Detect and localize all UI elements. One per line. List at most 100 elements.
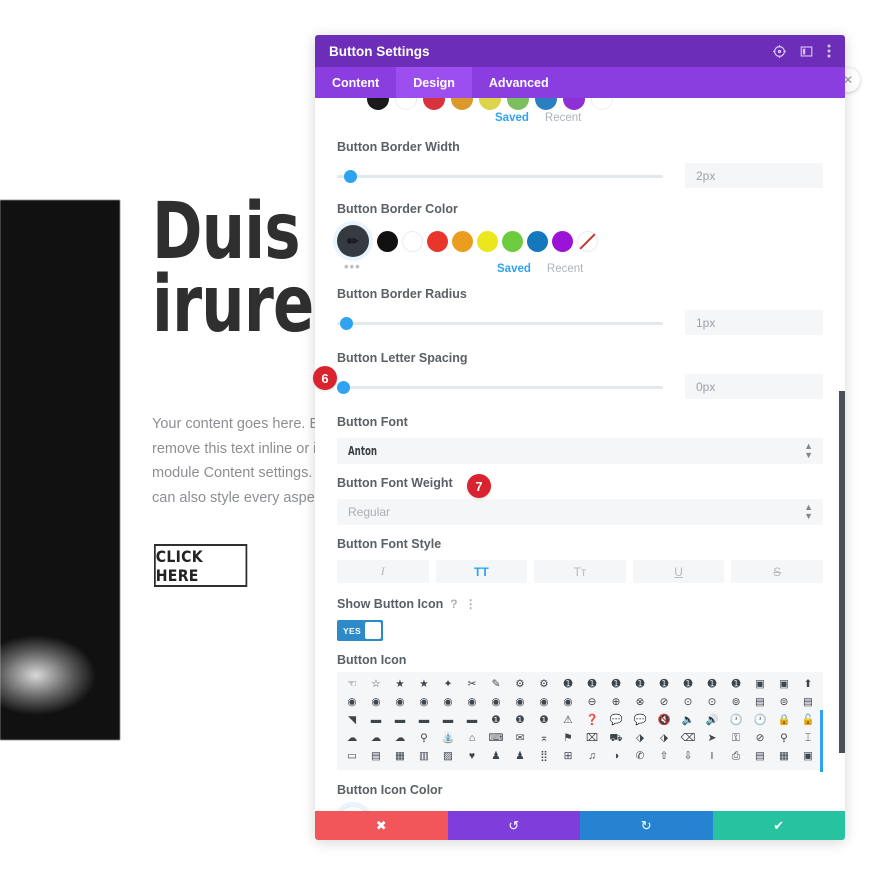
icon-cell-1-12[interactable]: ➊	[612, 677, 621, 692]
icon-cell-5-5[interactable]: ▨	[443, 749, 453, 764]
pal-purple[interactable]	[552, 230, 573, 252]
button-icon-grid[interactable]: ☜ ☆ ★ ★ ✦ ✂ ✎ ⚙ ⚙ ➊ ➊ ➊ ➊ ➊ ➊ ➊ ➊ ▣ ▣ ⬆ ◉ ◉ ◉ ◉ ◉ ◉ ◉ ◉ ◉ ◉ ⊖ ⊕ ⊗ ⊘ ⊙ ⊙ ⊚ ▤ ⊜ ▤…	[340, 677, 820, 764]
font-style-italic-button[interactable]: I	[337, 560, 429, 583]
icon-cell-1-10[interactable]: ➊	[564, 677, 573, 692]
layout-columns-icon[interactable]	[800, 45, 813, 58]
icon-cell-3-14[interactable]: 🔇	[657, 713, 670, 728]
icon-cell-5-10[interactable]: ⊞	[564, 749, 573, 764]
font-style-uppercase-button[interactable]: TT	[435, 560, 528, 583]
icon-cell-4-12[interactable]: ⛟	[609, 731, 622, 746]
swatch-green[interactable]	[507, 98, 529, 110]
icon-cell-3-16[interactable]: 🔊	[705, 713, 718, 728]
icon-cell-2-5[interactable]: ◉	[443, 695, 452, 710]
icon-cell-1-14[interactable]: ➊	[660, 677, 669, 692]
icon-cell-2-7[interactable]: ◉	[491, 695, 500, 710]
icon-cell-4-1[interactable]: ☁	[347, 731, 358, 746]
pal-blue[interactable]	[527, 230, 548, 252]
icon-cell-3-18[interactable]: 🕐	[753, 713, 766, 728]
icon-cell-3-11[interactable]: ❓	[585, 713, 598, 728]
recent-tab[interactable]: Recent	[545, 112, 581, 124]
icon-cell-3-19[interactable]: 🔒	[777, 713, 790, 728]
icon-cell-3-13[interactable]: 💬	[633, 713, 646, 728]
icon-cell-1-9[interactable]: ⚙	[539, 677, 548, 692]
icon-cell-3-6[interactable]: ▬	[467, 713, 478, 728]
icon-cell-1-8[interactable]: ⚙	[515, 677, 524, 692]
icon-cell-4-13[interactable]: ⬗	[636, 731, 644, 746]
icon-cell-4-9[interactable]: ⌅	[540, 731, 549, 746]
icon-cell-4-4[interactable]: ⚲	[420, 731, 428, 746]
icon-cell-4-5[interactable]: ⛲	[441, 731, 454, 746]
icon-cell-4-10[interactable]: ⚑	[563, 731, 572, 746]
icon-cell-5-6[interactable]: ♥	[469, 749, 475, 764]
pal-orange[interactable]	[452, 230, 473, 252]
icon-cell-3-17[interactable]: 🕐	[729, 713, 742, 728]
icon-cell-2-18[interactable]: ▤	[755, 695, 765, 710]
icon-cell-5-3[interactable]: ▦	[395, 749, 405, 764]
font-style-smallcaps-button[interactable]: Tᴛ	[534, 560, 626, 583]
swatch-blue[interactable]	[535, 98, 557, 110]
icon-cell-3-9[interactable]: ❶	[539, 713, 548, 728]
icon-cell-2-15[interactable]: ⊙	[684, 695, 693, 710]
kebab-menu-icon[interactable]: ⋮	[465, 597, 477, 611]
redo-button[interactable]: ↻	[580, 811, 713, 840]
pal-yellow[interactable]	[477, 230, 498, 252]
pal-white[interactable]	[402, 230, 423, 252]
icon-cell-3-5[interactable]: ▬	[443, 713, 454, 728]
icon-cell-2-1[interactable]: ◉	[347, 695, 356, 710]
icon-cell-4-16[interactable]: ➤	[708, 731, 717, 746]
slider-knob[interactable]	[337, 380, 350, 394]
icon-cell-5-19[interactable]: ▦	[779, 749, 789, 764]
icon-cell-2-16[interactable]: ⊙	[708, 695, 717, 710]
button-border-width-slider[interactable]	[337, 169, 663, 183]
icon-cell-4-2[interactable]: ☁	[371, 731, 382, 746]
icon-cell-2-2[interactable]: ◉	[371, 695, 380, 710]
icon-cell-4-14[interactable]: ⬗	[660, 731, 668, 746]
swatch-yellow[interactable]	[479, 98, 501, 110]
icon-cell-3-3[interactable]: ▬	[395, 713, 406, 728]
icon-color-picker-button[interactable]: ✏	[337, 806, 369, 811]
icon-cell-1-4[interactable]: ★	[419, 677, 428, 692]
icon-grid-scrollbar[interactable]	[820, 710, 823, 772]
click-here-button[interactable]: CLICK HERE	[154, 544, 248, 587]
icon-cell-1-19[interactable]: ▣	[779, 677, 789, 692]
button-font-select[interactable]: Anton ▲ ▼	[337, 438, 823, 464]
icon-cell-3-1[interactable]: ◥	[348, 713, 356, 728]
swatch-orange[interactable]	[451, 98, 473, 110]
show-button-icon-toggle[interactable]: YES	[337, 620, 383, 641]
icon-cell-1-11[interactable]: ➊	[588, 677, 597, 692]
icon-cell-2-8[interactable]: ◉	[515, 695, 524, 710]
icon-cell-4-17[interactable]: ⚿	[732, 731, 740, 746]
swatch-none[interactable]	[591, 98, 613, 110]
icon-cell-3-20[interactable]: 🔓	[801, 713, 814, 728]
font-style-underline-button[interactable]: U	[632, 560, 725, 583]
icon-cell-2-4[interactable]: ◉	[419, 695, 428, 710]
slider-knob[interactable]	[340, 316, 354, 330]
icon-cell-1-5[interactable]: ✦	[444, 677, 453, 692]
icon-cell-2-6[interactable]: ◉	[467, 695, 476, 710]
icon-cell-5-17[interactable]: ⎙	[732, 749, 740, 764]
icon-cell-5-16[interactable]: I	[711, 749, 714, 764]
icon-cell-1-3[interactable]: ★	[395, 677, 404, 692]
icon-cell-4-11[interactable]: ⌧	[586, 731, 598, 746]
tab-design[interactable]: Design	[396, 67, 472, 98]
icon-cell-1-13[interactable]: ➊	[636, 677, 645, 692]
icon-cell-4-7[interactable]: ⌨	[488, 731, 503, 746]
icon-cell-3-15[interactable]: 🔈	[681, 713, 694, 728]
button-border-radius-value[interactable]: 1px	[685, 310, 823, 335]
icon-cell-5-2[interactable]: ▤	[371, 749, 381, 764]
icon-cell-5-14[interactable]: ⇧	[660, 749, 669, 764]
icon-cell-1-17[interactable]: ➊	[732, 677, 741, 692]
icon-cell-2-10[interactable]: ◉	[563, 695, 572, 710]
icon-cell-3-2[interactable]: ▬	[371, 713, 382, 728]
icon-cell-2-9[interactable]: ◉	[539, 695, 548, 710]
icon-cell-2-11[interactable]: ⊖	[588, 695, 597, 710]
icon-cell-2-17[interactable]: ⊚	[732, 695, 741, 710]
icon-cell-3-8[interactable]: ❶	[515, 713, 524, 728]
icon-cell-2-12[interactable]: ⊕	[612, 695, 621, 710]
icon-cell-1-2[interactable]: ☆	[371, 677, 380, 692]
saved-tab-border[interactable]: Saved	[497, 263, 531, 275]
icon-cell-5-15[interactable]: ⇩	[684, 749, 693, 764]
save-button[interactable]: ✔	[712, 811, 845, 840]
icon-cell-2-20[interactable]: ▤	[803, 695, 813, 710]
icon-cell-1-20[interactable]: ⬆	[804, 677, 813, 692]
